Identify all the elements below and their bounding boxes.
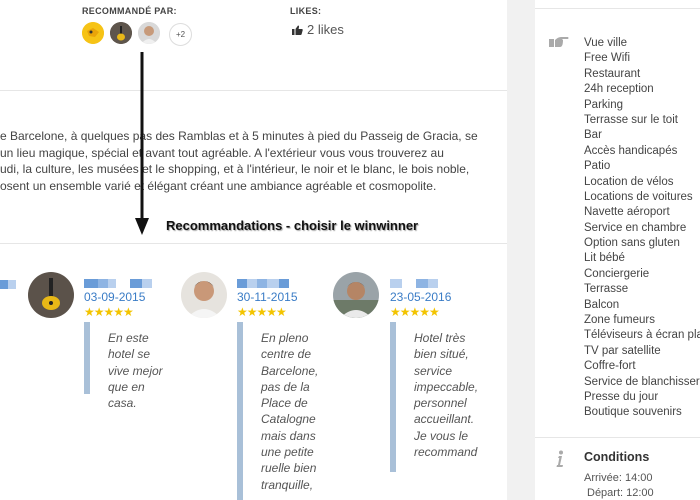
review-line: Hotel très <box>414 331 466 345</box>
review-line: service <box>414 363 453 378</box>
description-line: osent un ensemble varié et élégant créan… <box>0 178 437 193</box>
review-rating: ★★★★★ <box>237 305 287 319</box>
annotation-text: Recommandations - choisir le winwinner <box>166 218 419 233</box>
review-text: En pleno centre de Barcelone, pas de la … <box>261 330 318 493</box>
service-item: Parking <box>584 98 623 111</box>
thumbs-up-icon <box>292 25 303 35</box>
arrival-time: Arrivée: 14:00 <box>584 472 653 484</box>
service-item: Presse du jour <box>584 390 659 403</box>
review-line: casa. <box>108 396 137 411</box>
divider <box>535 437 700 438</box>
conditions-title: Conditions <box>584 450 650 464</box>
reviewer-avatar[interactable] <box>333 272 379 318</box>
divider <box>0 243 507 244</box>
review-line: centre de <box>261 347 312 362</box>
review-line: accueillant. <box>414 412 475 427</box>
service-item: Free Wifi <box>584 52 630 65</box>
reviewer-name-redacted <box>390 275 438 288</box>
review-date: 30-11-2015 <box>237 290 298 304</box>
review-line: vive mejor <box>108 363 163 378</box>
quote-bar <box>237 322 243 500</box>
review-line: Place de <box>261 396 308 411</box>
review-line: mais dans <box>261 428 316 443</box>
avatar[interactable] <box>138 22 160 44</box>
service-item: 24h reception <box>584 83 654 96</box>
service-item: Patio <box>584 160 611 173</box>
review-line: En este <box>108 331 149 345</box>
more-recommenders-button[interactable]: +2 <box>169 23 192 46</box>
review-rating: ★★★★★ <box>390 305 440 319</box>
service-item: Locations de voitures <box>584 190 693 203</box>
review-rating: ★★★★★ <box>84 305 134 319</box>
likes-text: 2 likes <box>307 22 344 37</box>
service-item: Zone fumeurs <box>584 314 655 327</box>
pointing-hand-icon <box>549 37 569 47</box>
info-icon <box>556 450 563 467</box>
service-item: Bar <box>584 129 602 142</box>
avatar[interactable] <box>110 22 132 44</box>
avatar[interactable] <box>82 22 104 44</box>
reviewer-avatar[interactable] <box>28 272 74 318</box>
service-item: Accès handicapés <box>584 144 678 157</box>
services-list: Vue ville Free Wifi Restaurant 24h recep… <box>584 36 700 421</box>
reviewer-name-redacted <box>0 276 16 289</box>
likes-count[interactable]: 2 likes <box>292 22 344 37</box>
review-date: 03-09-2015 <box>84 290 146 304</box>
likes-label: LIKES: <box>290 6 322 16</box>
review-date: 23-05-2016 <box>390 290 452 304</box>
service-item: Restaurant <box>584 67 641 80</box>
service-item: Terrasse sur le toit <box>584 113 678 126</box>
service-item: Service de blanchisserie <box>584 375 700 388</box>
service-item: Conciergerie <box>584 267 650 280</box>
quote-bar <box>84 322 90 394</box>
hotel-description: e Barcelone, à quelques pas des Ramblas … <box>0 128 500 194</box>
review-line: recommand <box>414 445 478 460</box>
description-line: un lieu magique, spécial et avant tout a… <box>0 145 444 160</box>
service-item: Service en chambre <box>584 221 687 234</box>
review-line: tranquille, <box>261 477 314 492</box>
reviewer-name-redacted <box>84 275 152 288</box>
description-line: udi, la culture, les musées et le shoppi… <box>0 162 470 176</box>
reviewer-avatar[interactable] <box>181 272 227 318</box>
review-line: Barcelone, <box>261 363 319 378</box>
service-item: Vue ville <box>584 37 628 49</box>
review-line: personnel <box>414 396 467 411</box>
departure-time: Départ: 12:00 <box>587 487 654 499</box>
review-line: Je vous le <box>414 428 469 443</box>
service-item: Téléviseurs à écran plat <box>584 329 700 342</box>
review-text: Hotel très bien situé, service impeccabl… <box>414 330 478 460</box>
review-line: bien situé, <box>414 347 469 362</box>
reviewer-name-redacted <box>237 275 289 288</box>
review-text: En este hotel se vive mejor que en casa. <box>108 330 163 411</box>
main-content: RECOMMANDÉ PAR: +2 LIKES: 2 likes e Barc… <box>0 0 507 500</box>
quote-bar <box>390 322 396 472</box>
review-line: hotel se <box>108 347 151 362</box>
annotation-arrow <box>135 52 149 235</box>
review-line: ruelle bien <box>261 461 317 476</box>
recommended-label: RECOMMANDÉ PAR: <box>82 6 177 16</box>
service-item: Boutique souvenirs <box>584 406 682 419</box>
service-item: Coffre-fort <box>584 360 636 373</box>
service-item: Lit bébé <box>584 252 625 265</box>
divider <box>535 8 700 9</box>
service-item: TV par satellite <box>584 344 661 357</box>
description-line: e Barcelone, à quelques pas des Ramblas … <box>0 129 478 143</box>
service-item: Location de vélos <box>584 175 674 188</box>
review-line: impeccable, <box>414 379 479 394</box>
divider <box>0 90 507 91</box>
service-item: Option sans gluten <box>584 237 680 250</box>
review-line: que en <box>108 379 145 394</box>
service-item: Balcon <box>584 298 620 311</box>
review-line: pas de la <box>261 379 310 394</box>
service-item: Terrasse <box>584 283 629 296</box>
service-item: Navette aéroport <box>584 206 670 219</box>
review-line: Catalogne <box>261 412 316 427</box>
review-line: une petite <box>261 445 314 460</box>
review-line: En pleno <box>261 331 309 345</box>
